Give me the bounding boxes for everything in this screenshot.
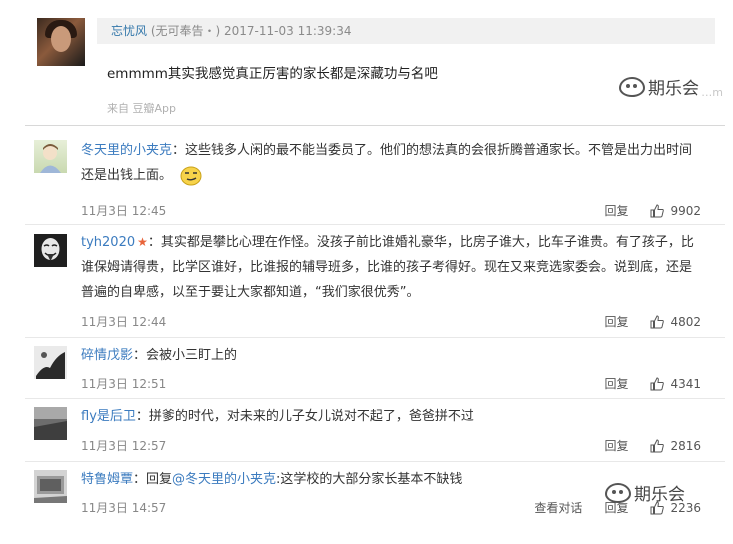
avatar[interactable] bbox=[34, 346, 67, 379]
douban-comment-body: emmmm其实我感觉真正厉害的家长都是深藏功与名吧 bbox=[107, 66, 438, 82]
like-count: 4802 bbox=[670, 314, 701, 329]
avatar[interactable] bbox=[34, 234, 67, 267]
wechat-logo-icon bbox=[619, 76, 645, 97]
thumbs-up-icon bbox=[650, 376, 665, 391]
watermark-faint: …m bbox=[701, 86, 723, 99]
like-count: 9902 bbox=[670, 203, 701, 218]
watermark: 期乐会 bbox=[619, 74, 699, 99]
comment-actions: 回复 9902 bbox=[582, 202, 701, 219]
comment-text-line: ：这些钱多人闲的最不能当委员了。他们的想法真的会很折腾普通家长。不管是出力出时间 bbox=[172, 143, 693, 158]
avatar[interactable] bbox=[37, 18, 85, 66]
like-button[interactable]: 4802 bbox=[650, 315, 701, 329]
comment-username[interactable]: tyh2020 bbox=[81, 235, 135, 250]
comment-text-line: :这学校的大部分家长基本不缺钱 bbox=[276, 472, 463, 487]
comment-text-line: ：其实都是攀比心理在作怪。没孩子前比谁婚礼豪华，比房子谁大，比车子谁贵。有了孩子… bbox=[147, 235, 694, 250]
reply-button[interactable]: 回复 bbox=[604, 313, 628, 330]
douban-username[interactable]: 忘忧风 bbox=[111, 24, 147, 38]
comment-text: 碎情戊影：会被小三盯上的 bbox=[81, 343, 706, 368]
mention-link[interactable]: @冬天里的小夹克 bbox=[172, 472, 276, 487]
watermark: 期乐会 bbox=[605, 480, 685, 505]
reply-button[interactable]: 回复 bbox=[604, 375, 628, 392]
avatar[interactable] bbox=[34, 140, 67, 173]
comment-username[interactable]: 碎情戊影 bbox=[81, 348, 133, 363]
comment-item: 特鲁姆覃：回复@冬天里的小夹克:这学校的大部分家长基本不缺钱 11月3日 14:… bbox=[25, 462, 725, 524]
like-count: 2816 bbox=[670, 438, 701, 453]
reply-button[interactable]: 回复 bbox=[604, 202, 628, 219]
comment-item: tyh2020 ★：其实都是攀比心理在作怪。没孩子前比谁婚礼豪华，比房子谁大，比车… bbox=[25, 225, 725, 337]
smirk-emoji-icon bbox=[180, 166, 202, 186]
comment-text-line: 谁保姆请得贵，比学区谁好，比谁报的辅导班多，比谁的孩子考得好。现在又来竞选家委会… bbox=[81, 260, 693, 275]
comment-time: 11月3日 12:51 bbox=[81, 377, 167, 391]
comment-text-line: 普遍的自卑感，以至于要让大家都知道，“我们家很优秀”。 bbox=[81, 285, 420, 300]
like-button[interactable]: 9902 bbox=[650, 204, 701, 218]
comment-time: 11月3日 12:45 bbox=[81, 204, 167, 218]
thumbs-up-icon bbox=[650, 314, 665, 329]
comment-actions: 回复 4802 bbox=[582, 313, 701, 330]
comment-time: 11月3日 12:57 bbox=[81, 439, 167, 453]
comment-actions: 回复 4341 bbox=[582, 375, 701, 392]
avatar[interactable] bbox=[34, 470, 67, 503]
like-button[interactable]: 4341 bbox=[650, 377, 701, 391]
comment-username[interactable]: 冬天里的小夹克 bbox=[81, 143, 172, 158]
thumbs-up-icon bbox=[650, 438, 665, 453]
douban-source: 来自 豆瓣App bbox=[107, 102, 176, 115]
comment-text-line: ：回复 bbox=[133, 472, 173, 487]
comment-username[interactable]: 特鲁姆覃 bbox=[81, 472, 133, 487]
like-button[interactable]: 2816 bbox=[650, 439, 701, 453]
douban-meta: (无可奉告・) 2017-11-03 11:39:34 bbox=[150, 24, 352, 38]
watermark-text: 期乐会 bbox=[634, 485, 685, 505]
comment-text: 冬天里的小夹克：这些钱多人闲的最不能当委员了。他们的想法真的会很折腾普通家长。不… bbox=[81, 138, 706, 188]
avatar[interactable] bbox=[34, 407, 67, 440]
comment-text-line: 还是出钱上面。 bbox=[81, 168, 173, 183]
douban-comment-header: 忘忧风 (无可奉告・) 2017-11-03 11:39:34 bbox=[97, 18, 715, 44]
comment-item: fly是后卫：拼爹的时代，对未来的儿子女儿说对不起了，爸爸拼不过 11月3日 1… bbox=[25, 399, 725, 461]
watermark-text: 期乐会 bbox=[648, 79, 699, 99]
douban-comment-card: 忘忧风 (无可奉告・) 2017-11-03 11:39:34 emmmm其实我… bbox=[25, 4, 725, 121]
star-icon: ★ bbox=[137, 235, 148, 249]
comment-item: 碎情戊影：会被小三盯上的 11月3日 12:51 回复 4341 bbox=[25, 338, 725, 398]
view-conversation-button[interactable]: 查看对话 bbox=[534, 499, 582, 516]
thumbs-up-icon bbox=[650, 203, 665, 218]
comment-time: 11月3日 14:57 bbox=[81, 501, 167, 515]
comment-time: 11月3日 12:44 bbox=[81, 315, 167, 329]
comment-text-line: ：拼爹的时代，对未来的儿子女儿说对不起了，爸爸拼不过 bbox=[135, 409, 474, 424]
comment-username[interactable]: fly是后卫 bbox=[81, 409, 136, 424]
comment-text: tyh2020 ★：其实都是攀比心理在作怪。没孩子前比谁婚礼豪华，比房子谁大，比车… bbox=[81, 230, 706, 305]
comment-item: 冬天里的小夹克：这些钱多人闲的最不能当委员了。他们的想法真的会很折腾普通家长。不… bbox=[25, 128, 725, 224]
like-count: 4341 bbox=[670, 376, 701, 391]
divider bbox=[25, 125, 725, 126]
comment-text-line: ：会被小三盯上的 bbox=[133, 348, 238, 363]
wechat-logo-icon bbox=[605, 482, 631, 503]
reply-button[interactable]: 回复 bbox=[604, 437, 628, 454]
comment-actions: 回复 2816 bbox=[582, 437, 701, 454]
comment-text: fly是后卫：拼爹的时代，对未来的儿子女儿说对不起了，爸爸拼不过 bbox=[81, 404, 706, 429]
